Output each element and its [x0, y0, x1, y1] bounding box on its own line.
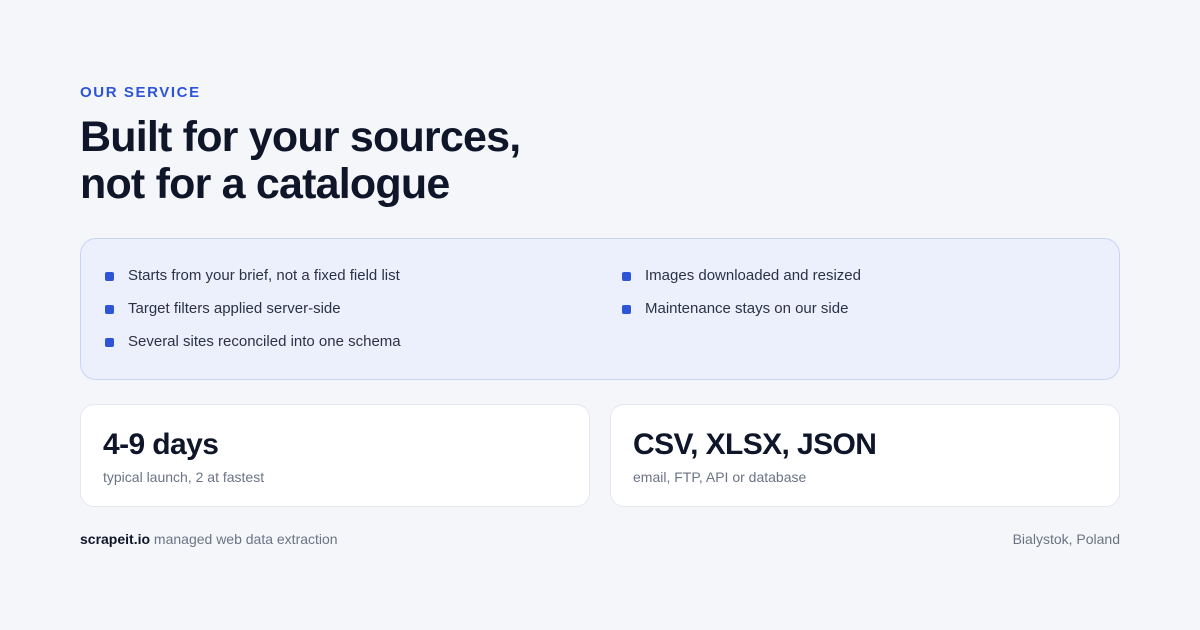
- location-text: Bialystok, Poland: [1012, 531, 1120, 547]
- footer: scrapeit.io managed web data extraction …: [80, 530, 1120, 548]
- stat-card-formats: CSV, XLSX, JSON email, FTP, API or datab…: [610, 404, 1120, 507]
- stat-caption: email, FTP, API or database: [633, 469, 807, 485]
- section-eyebrow: OUR SERVICE: [80, 84, 201, 101]
- square-bullet-icon: [105, 305, 114, 314]
- square-bullet-icon: [622, 305, 631, 314]
- brand-tagline: managed web data extraction: [153, 531, 338, 547]
- feature-item: Maintenance stays on our side: [622, 298, 861, 331]
- feature-list-right: Images downloaded and resized Maintenanc…: [622, 265, 861, 331]
- feature-panel: Starts from your brief, not a fixed fiel…: [80, 238, 1120, 380]
- feature-label: Target filters applied server-side: [128, 300, 341, 317]
- feature-item: Images downloaded and resized: [622, 265, 861, 298]
- square-bullet-icon: [622, 272, 631, 281]
- stat-value: 4-9 days: [103, 428, 219, 461]
- feature-label: Starts from your brief, not a fixed fiel…: [128, 267, 400, 284]
- page-title-line-1: Built for your sources,: [80, 113, 521, 161]
- page-title: Built for your sources, not for a catalo…: [80, 113, 521, 208]
- brand-name: scrapeit.io: [80, 531, 151, 547]
- square-bullet-icon: [105, 338, 114, 347]
- stat-caption: typical launch, 2 at fastest: [103, 469, 265, 485]
- feature-item: Several sites reconciled into one schema: [105, 331, 401, 364]
- feature-label: Images downloaded and resized: [645, 267, 861, 284]
- stat-value: CSV, XLSX, JSON: [633, 428, 877, 461]
- feature-item: Target filters applied server-side: [105, 298, 401, 331]
- square-bullet-icon: [105, 272, 114, 281]
- feature-list-left: Starts from your brief, not a fixed fiel…: [105, 265, 401, 364]
- feature-label: Maintenance stays on our side: [645, 300, 849, 317]
- stat-card-launch-time: 4-9 days typical launch, 2 at fastest: [80, 404, 590, 507]
- feature-item: Starts from your brief, not a fixed fiel…: [105, 265, 401, 298]
- page-title-line-2: not for a catalogue: [80, 160, 450, 208]
- feature-label: Several sites reconciled into one schema: [128, 333, 401, 350]
